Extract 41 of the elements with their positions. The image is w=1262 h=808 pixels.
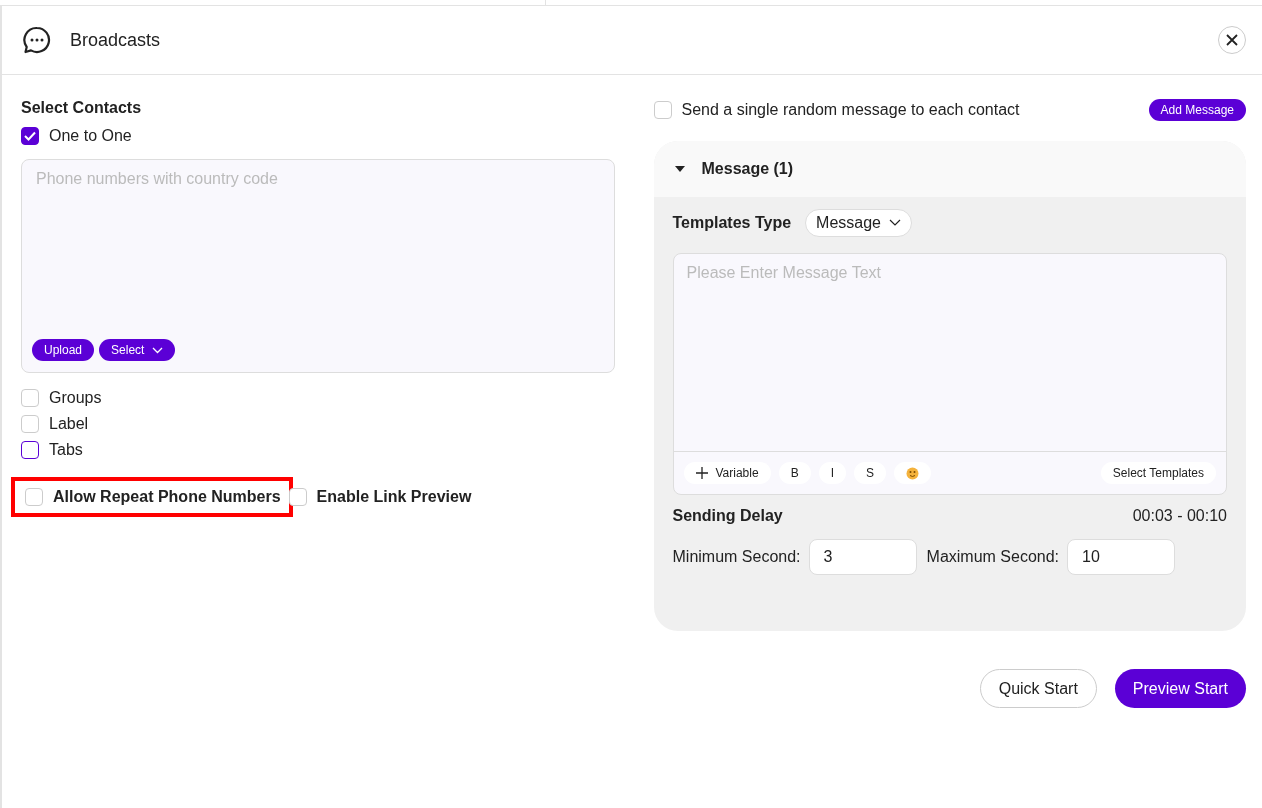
option-label: Tabs (49, 441, 83, 459)
option-label: One to One (49, 127, 132, 145)
caret-icon (152, 346, 164, 354)
format-button[interactable]: S (854, 462, 886, 484)
chat-bubble-icon (22, 25, 52, 55)
message-section-header[interactable]: Message (1) (653, 141, 1246, 197)
minimum-second-field[interactable]: 3 (808, 539, 917, 575)
select-templates-button[interactable]: Select Templates (1100, 462, 1216, 484)
phone-numbers-field[interactable]: Phone numbers with country code Upload Select (21, 159, 615, 373)
chevron-icon (889, 219, 901, 227)
message-text-field[interactable]: Please Enter Message Text Variable B I S Select Templates (672, 253, 1227, 495)
close-icon (1225, 33, 1239, 47)
emoji-button[interactable] (894, 462, 931, 484)
option-label: Enable Link Preview (316, 488, 472, 506)
option-label: Groups (49, 389, 102, 407)
field-label: Sending Delay (672, 507, 783, 525)
option-label: Allow Repeat Phone Numbers (53, 488, 281, 506)
format-button[interactable]: B (778, 462, 811, 484)
maximum-second-field[interactable]: 10 (1067, 539, 1176, 575)
checkbox[interactable] (21, 127, 39, 145)
field-label: Minimum Second: (672, 548, 801, 566)
field-label: Templates Type (672, 214, 792, 232)
option-label: Send a single random message to each contact (681, 101, 1020, 119)
option-label: Label (49, 415, 89, 433)
preview-start-button[interactable]: Preview Start (1114, 669, 1246, 708)
format-button[interactable]: I (818, 462, 846, 484)
quick-start-button[interactable]: Quick Start (979, 669, 1097, 708)
variable-button[interactable]: Variable (683, 462, 771, 484)
delay-range: 00:03 - 00:10 (1132, 507, 1227, 525)
window-title: Broadcasts (70, 29, 162, 51)
caret-icon (673, 165, 686, 173)
plus-icon (695, 467, 708, 479)
templates-type-dropdown[interactable]: Message (805, 209, 912, 237)
field-label: Maximum Second: (926, 548, 1060, 566)
add-message-button[interactable]: Add Message (1148, 99, 1246, 121)
upload-button[interactable]: Upload (32, 339, 95, 361)
section-title: Select Contacts (21, 99, 143, 117)
smiley-icon (906, 466, 919, 480)
checkbox[interactable] (21, 441, 39, 459)
select-dropdown[interactable]: Select (99, 339, 176, 361)
close-button[interactable] (1218, 26, 1246, 54)
